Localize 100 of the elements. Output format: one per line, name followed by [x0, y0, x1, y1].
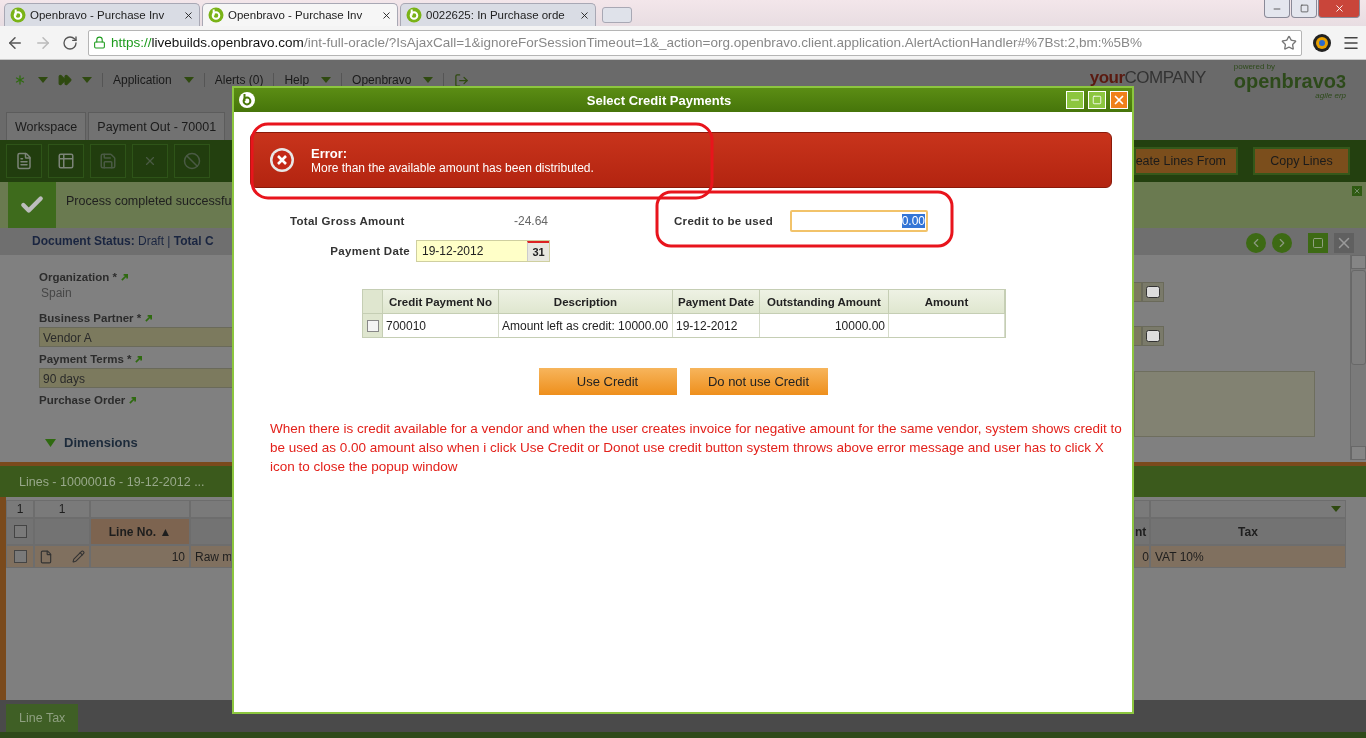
action-button[interactable]: Use Credit: [538, 368, 677, 395]
error-message: More than the available amount has been distributed.: [311, 160, 594, 175]
nav-menu[interactable]: Application: [113, 73, 194, 87]
logout-icon[interactable]: [454, 72, 470, 88]
toolbar-button[interactable]: [174, 144, 210, 178]
workspace-tab[interactable]: Workspace: [6, 112, 87, 140]
message-text: Process completed successfu: [65, 193, 232, 210]
close-button[interactable]: [1352, 186, 1362, 196]
column-header[interactable]: nt: [1134, 518, 1150, 545]
lock-icon: [93, 36, 106, 49]
action-button[interactable]: Do not use Credit: [689, 368, 828, 395]
address-bar[interactable]: https://livebuilds.openbravo.com/int-full-oracle/?IsAjaxCall=1&ignoreForSessionTimeout=1&_action=org.openbravo.client.application.AlertActionHandler#%7Bst:2,bm:%5B%: [88, 29, 1302, 56]
field-value: -24.64: [513, 214, 549, 228]
field-label: Total Gross Amount: [289, 215, 406, 227]
arrow-icon: [145, 314, 153, 322]
caret-icon: [183, 77, 194, 83]
caret-icon: [423, 77, 434, 83]
close-button[interactable]: [1318, 0, 1360, 18]
maximize-button[interactable]: [1088, 91, 1106, 109]
caret-icon: [38, 77, 48, 83]
status-text: Document Status: Draft | Total C: [31, 233, 214, 250]
copy-lines-button[interactable]: Copy Lines: [1253, 147, 1350, 175]
checkbox[interactable]: [13, 550, 27, 563]
pencil-icon[interactable]: [72, 550, 85, 563]
field-label: Payment Terms *: [39, 350, 232, 368]
document-icon[interactable]: [39, 549, 53, 564]
nav-menu[interactable]: Help: [284, 73, 332, 87]
workspace-tab[interactable]: Payment Out - 70001: [88, 112, 226, 140]
input-field[interactable]: Vendor A: [39, 327, 232, 347]
table-icon: [57, 152, 75, 170]
square-icon: [1092, 95, 1102, 105]
close-icon: [1333, 3, 1345, 14]
filter-field[interactable]: [190, 500, 232, 518]
field-label: Credit to be used: [674, 215, 775, 227]
column-header: Amount: [889, 290, 1005, 314]
checkbox[interactable]: [366, 319, 379, 332]
table-cell: VAT 10%: [1150, 545, 1346, 568]
browser-tab[interactable]: Openbravo - Purchase Inv: [4, 3, 200, 26]
square-icon: [1299, 4, 1309, 13]
calendar-button[interactable]: [1142, 326, 1164, 346]
browser-tab[interactable]: Openbravo - Purchase Inv: [202, 3, 398, 26]
dialog-title-bar: Select Credit Payments: [234, 88, 1132, 112]
table-cell: 10: [90, 545, 190, 568]
toolbar-button[interactable]: [90, 144, 126, 178]
column-header: Payment Date: [673, 290, 760, 314]
input-field[interactable]: [1134, 326, 1142, 346]
filter-cell[interactable]: 1: [6, 500, 34, 518]
reload-icon[interactable]: [62, 34, 78, 51]
next-button[interactable]: [1272, 232, 1292, 253]
success-badge: [8, 182, 56, 228]
note-text: When there is credit available for a vendor and when the user creates invoice for negative amount for the same vendor, system shows credit to be used as 0.00 amount also when i click Use Credit or Donot use credit button system throws above error message and user has to click X icon to close the popup window: [270, 420, 1123, 476]
close-icon[interactable]: [579, 9, 590, 21]
maximize-button[interactable]: [1308, 232, 1328, 253]
section-header[interactable]: Dimensions: [45, 435, 232, 450]
nav-menu[interactable]: Openbravo: [352, 73, 434, 87]
company-logo: yourCOMPANY: [1089, 68, 1206, 88]
arrow-icon: [120, 273, 128, 281]
column-header: Credit Payment No: [383, 290, 499, 314]
close-icon[interactable]: [183, 9, 194, 21]
scrollbar[interactable]: [1350, 255, 1366, 460]
previous-button[interactable]: [1246, 232, 1266, 253]
nav-menu[interactable]: Alerts (0): [214, 73, 264, 87]
fast-forward-icon[interactable]: [58, 73, 72, 87]
vendor-logo: openbravo3: [1233, 71, 1346, 92]
close-icon[interactable]: [381, 9, 392, 21]
document-icon: [15, 152, 33, 170]
calendar-button[interactable]: [1142, 282, 1164, 302]
input-field[interactable]: [1134, 282, 1142, 302]
close-button[interactable]: [1334, 232, 1354, 253]
field-label: Organization *: [39, 268, 232, 286]
toolbar-button[interactable]: [132, 144, 168, 178]
star-icon[interactable]: [1281, 34, 1297, 51]
input-field[interactable]: 0.00: [790, 210, 928, 232]
square-icon: [1312, 236, 1324, 249]
input-field[interactable]: 90 days: [39, 368, 232, 388]
restore-button[interactable]: [1291, 0, 1317, 18]
text-area[interactable]: [1134, 371, 1315, 437]
filter-cell[interactable]: 1: [34, 500, 90, 518]
filter-field[interactable]: [1134, 500, 1150, 518]
checkbox[interactable]: [13, 525, 27, 538]
lines-title: Lines - 10000016 - 19-12-2012 ...: [18, 474, 206, 489]
new-tab-button[interactable]: [602, 7, 632, 23]
browser-tab[interactable]: 0022625: In Purchase orde: [400, 3, 596, 26]
filter-dropdown[interactable]: [1150, 500, 1346, 518]
filter-field[interactable]: [90, 500, 190, 518]
table-cell: Amount left as credit: 10000.00: [499, 314, 673, 337]
table-cell: 0: [1134, 545, 1150, 568]
toolbar-button[interactable]: [48, 144, 84, 178]
minimize-button[interactable]: [1264, 0, 1290, 18]
calendar-button[interactable]: 31: [527, 241, 549, 261]
column-header[interactable]: Tax: [1150, 518, 1346, 545]
date-field[interactable]: 19-12-2012 31: [416, 240, 550, 262]
circle-icon[interactable]: [1312, 32, 1332, 53]
sub-tab[interactable]: Line Tax: [6, 704, 79, 732]
column-header[interactable]: Line No. ▲: [90, 518, 190, 545]
toolbar-button[interactable]: [6, 144, 42, 178]
calendar-icon: [1146, 286, 1160, 298]
field-label: Purchase Order: [39, 391, 232, 409]
calendar-icon: [1146, 330, 1160, 342]
create-lines-button[interactable]: eate Lines From: [1134, 147, 1238, 175]
